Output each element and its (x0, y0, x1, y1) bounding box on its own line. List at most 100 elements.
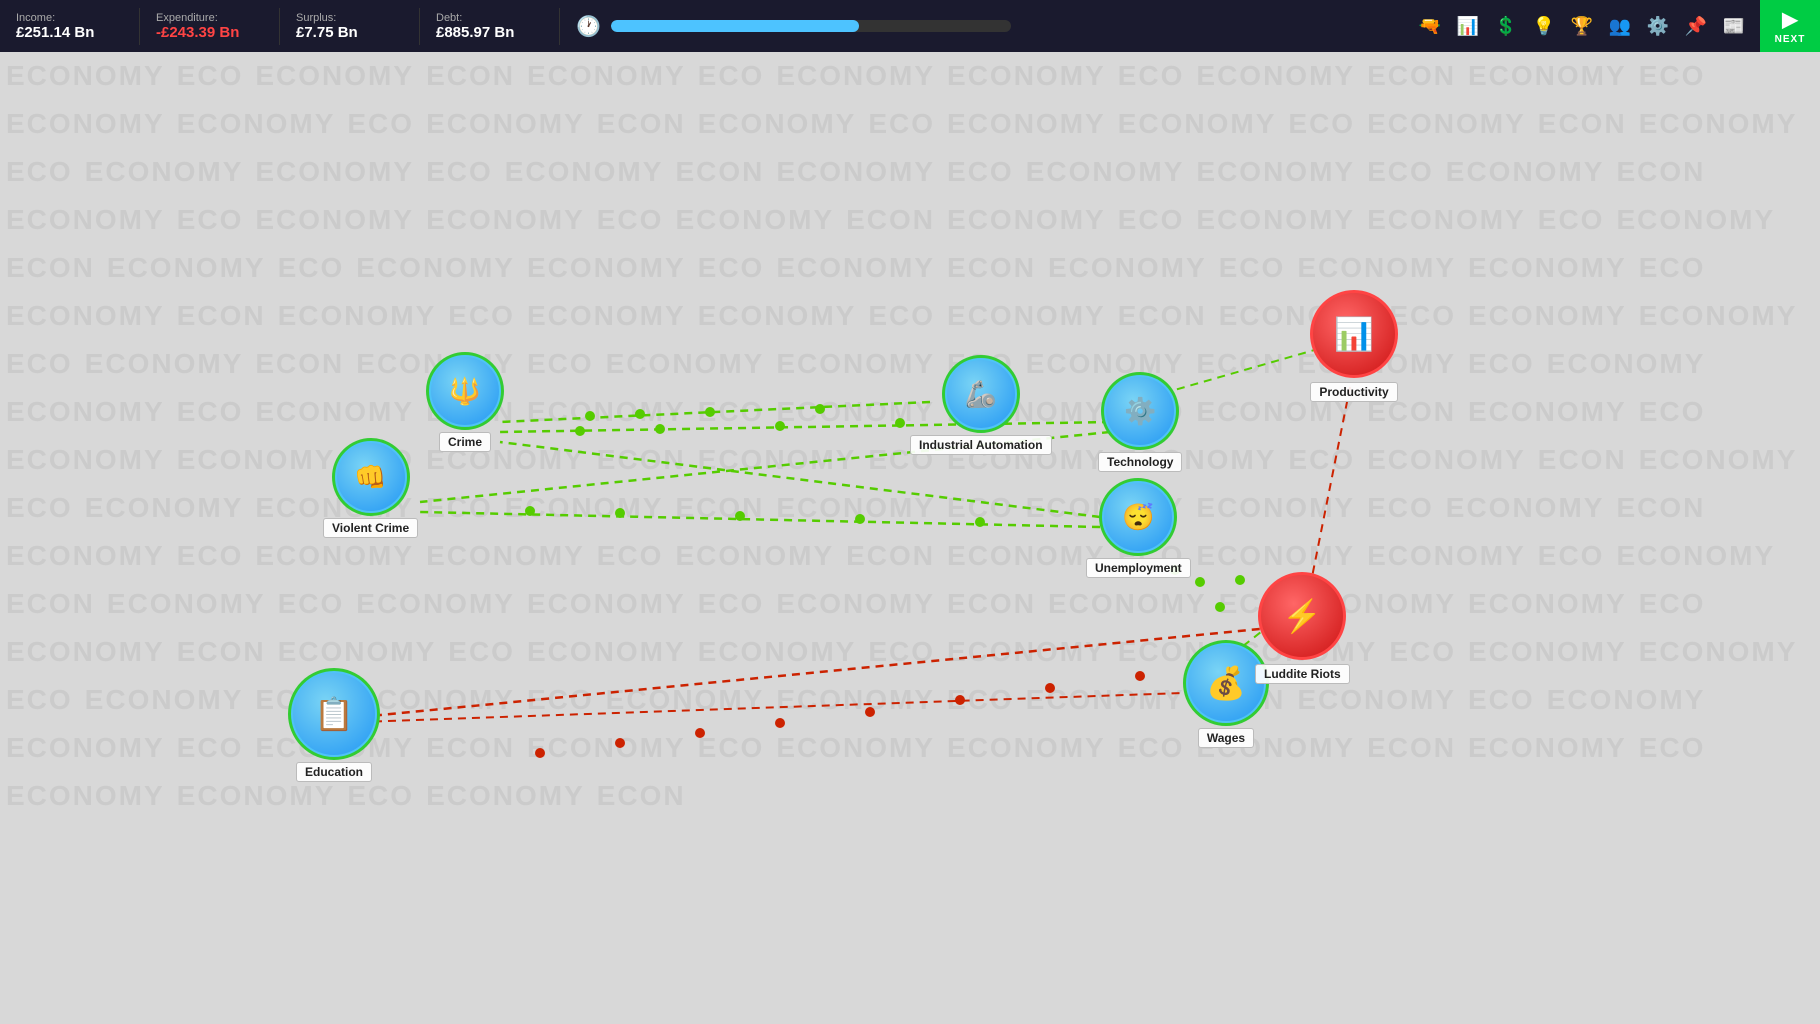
next-label: NEXT (1775, 34, 1806, 45)
watermark-text: ECONOMY (941, 628, 1112, 676)
watermark-text: ECO (0, 148, 79, 196)
dollar-icon-btn[interactable]: 💲 (1488, 8, 1524, 44)
watermark-text: ECO (591, 196, 670, 244)
watermark-text: ECON (0, 244, 101, 292)
watermark-text: ECONOMY (692, 100, 863, 148)
productivity-node[interactable]: 📊 Productivity (1310, 290, 1398, 402)
watermark-text: ECON (1610, 484, 1711, 532)
watermark-text: ECO (941, 484, 1020, 532)
watermark-text: ECONOMY (1190, 52, 1361, 100)
luddite-label: Luddite Riots (1255, 664, 1350, 684)
news-icon-btn[interactable]: 📰 (1716, 8, 1752, 44)
watermark-text: ECO (442, 628, 521, 676)
watermark-text: ECO (692, 724, 771, 772)
watermark-text: ECONOMY (941, 52, 1112, 100)
watermark-text: ECONOMY (1361, 532, 1532, 580)
income-value: £251.14 Bn (16, 24, 123, 41)
watermark-text: ECONOMY (770, 580, 941, 628)
watermark-text: ECO (1213, 244, 1292, 292)
unemployment-node[interactable]: 😴 Unemployment (1086, 480, 1191, 578)
violent-crime-node[interactable]: 👊 Violent Crime (323, 440, 418, 538)
crime-node[interactable]: 🔱 Crime (428, 354, 502, 452)
watermark-text: ECONOMY (171, 100, 342, 148)
watermark-text: ECO (1532, 196, 1611, 244)
watermark-text: ECO (1282, 436, 1361, 484)
watermark-text: ECONOMY (521, 388, 692, 436)
education-node[interactable]: 📋 Education (290, 670, 378, 782)
timer-area: 🕐 (560, 14, 1412, 39)
debt-label: Debt: (436, 12, 543, 24)
expenditure-stat: Expenditure: -£243.39 Bn (140, 8, 280, 45)
clock-icon: 🕐 (576, 14, 601, 39)
technology-node[interactable]: ⚙️ Technology (1098, 374, 1182, 472)
watermark-text: ECO (272, 580, 351, 628)
watermark-text: ECO (1633, 388, 1712, 436)
watermark-text: ECO (862, 100, 941, 148)
icon-buttons: 🔫 📊 💲 💡 🏆 👥 ⚙️ 📌 📰 (1412, 8, 1760, 44)
education-label: Education (296, 762, 372, 782)
productivity-circle: 📊 (1310, 290, 1398, 378)
watermark-text: ECO (0, 676, 79, 724)
watermark-text: ECONOMY (350, 580, 521, 628)
watermark-text: ECON (1532, 100, 1633, 148)
watermark-text: ECONOMY (350, 244, 521, 292)
watermark-text: ECONOMY (1610, 532, 1781, 580)
watermark-text: ECON (1190, 340, 1291, 388)
watermark-text: ECONOMY (941, 196, 1112, 244)
unemployment-label: Unemployment (1086, 558, 1191, 578)
surplus-label: Surplus: (296, 12, 403, 24)
watermark-text: ECONOMY (600, 676, 771, 724)
violent-crime-circle: 👊 (334, 440, 408, 514)
watermark-text: ECONOMY (941, 292, 1112, 340)
watermark-text: ECONOMY (0, 388, 171, 436)
industrial-automation-node[interactable]: 🦾 Industrial Automation (910, 357, 1052, 455)
chart-icon-btn[interactable]: 📊 (1450, 8, 1486, 44)
violent-crime-label: Violent Crime (323, 518, 418, 538)
income-stat: Income: £251.14 Bn (0, 8, 140, 45)
watermark-text: ECONOMY (941, 724, 1112, 772)
watermark-text: ECO (1361, 148, 1440, 196)
line-edu-luddite (360, 627, 1280, 717)
watermark-text: ECON (1610, 148, 1711, 196)
watermark-text: ECONOMY (249, 52, 420, 100)
watermark-text: ECONOMY (1440, 484, 1611, 532)
watermark-text: ECONOMY (770, 148, 941, 196)
watermark-text: ECONOMY (521, 580, 692, 628)
technology-label: Technology (1098, 452, 1182, 472)
watermark-text: ECONOMY (272, 628, 443, 676)
luddite-riots-node[interactable]: ⚡ Luddite Riots (1255, 572, 1350, 684)
watermark-text: ECO (0, 340, 79, 388)
luddite-icon: ⚡ (1282, 597, 1322, 635)
pin-icon-btn[interactable]: 📌 (1678, 8, 1714, 44)
watermark-text: ECO (0, 484, 79, 532)
watermark-text: ECO (442, 292, 521, 340)
watermark-text: ECONOMY (1291, 244, 1462, 292)
lightbulb-icon-btn[interactable]: 💡 (1526, 8, 1562, 44)
watermark-text: ECO (1383, 628, 1462, 676)
technology-circle: ⚙️ (1103, 374, 1177, 448)
watermark-text: ECO (1633, 52, 1712, 100)
watermark-text: ECONOMY (79, 676, 250, 724)
ia-label: Industrial Automation (910, 435, 1052, 455)
watermark-text: ECO (1633, 724, 1712, 772)
wages-label: Wages (1198, 728, 1254, 748)
watermark-text: ECONOMY (1541, 340, 1712, 388)
watermark-text: ECO (591, 532, 670, 580)
line-unemp-vc (420, 512, 1100, 527)
next-button[interactable]: ▶ NEXT (1760, 0, 1820, 52)
watermark-text: ECONOMY (1042, 580, 1213, 628)
people-icon-btn[interactable]: 👥 (1602, 8, 1638, 44)
watermark-text: ECO (941, 676, 1020, 724)
crime-circle: 🔱 (428, 354, 502, 428)
watermark-text: ECONOMY (79, 484, 250, 532)
gear-icon-btn[interactable]: ⚙️ (1640, 8, 1676, 44)
trophy-icon-btn[interactable]: 🏆 (1564, 8, 1600, 44)
luddite-circle: ⚡ (1258, 572, 1346, 660)
watermark-text: ECO (692, 244, 771, 292)
watermark-text: ECONOMY (249, 196, 420, 244)
line-ia-crime (500, 402, 930, 422)
watermark-text: ECONOMY (272, 292, 443, 340)
watermark-text: ECONOMY (0, 772, 171, 820)
watermark-text: ECONOMY (101, 244, 272, 292)
gun-icon-btn[interactable]: 🔫 (1412, 8, 1448, 44)
